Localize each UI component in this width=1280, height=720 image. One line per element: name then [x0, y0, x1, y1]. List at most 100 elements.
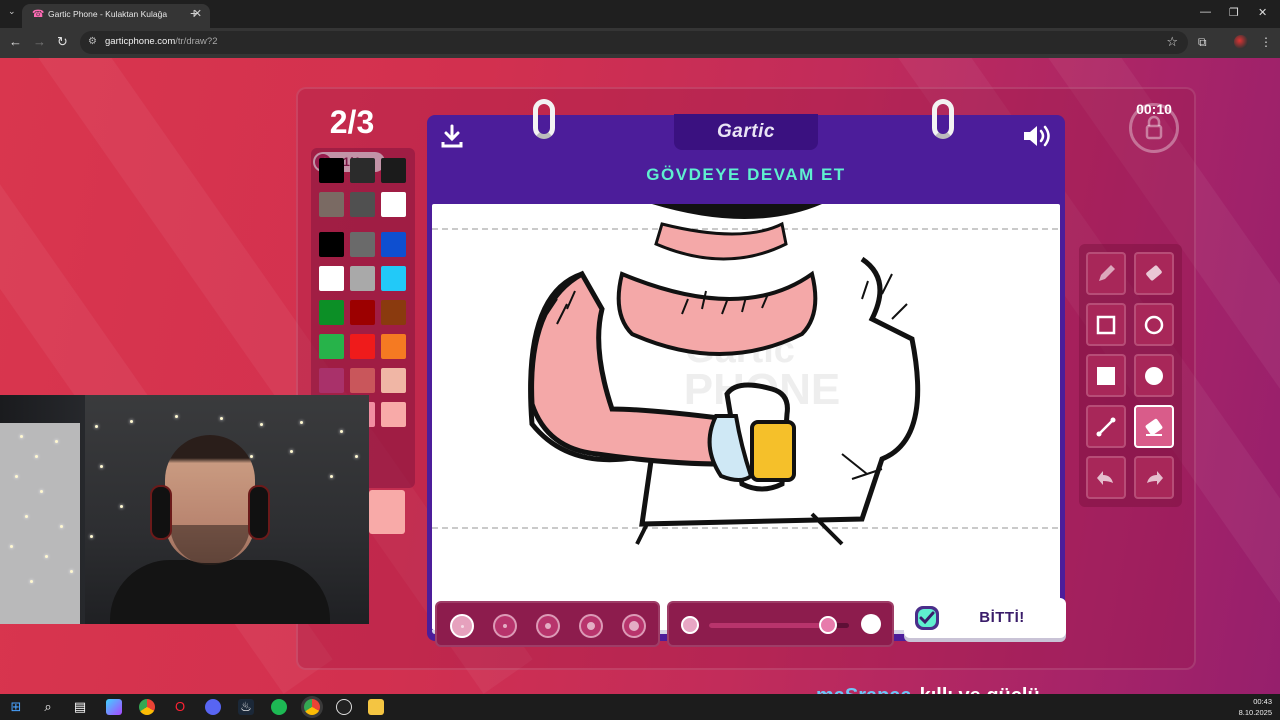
steam-icon[interactable]: ♨	[238, 699, 254, 715]
color-swatch[interactable]	[319, 266, 344, 291]
ellipse-outline-tool[interactable]	[1134, 303, 1174, 346]
bookmark-star-icon[interactable]: ☆	[1166, 34, 1178, 50]
ellipse-fill-tool[interactable]	[1134, 354, 1174, 397]
fairy-light	[70, 570, 73, 573]
color-swatch[interactable]	[381, 192, 406, 217]
line-tool[interactable]	[1086, 405, 1126, 448]
undo-tool[interactable]	[1086, 456, 1126, 499]
redo-tool[interactable]	[1134, 456, 1174, 499]
site-info-icon[interactable]: ⚙	[88, 36, 97, 47]
color-swatch[interactable]	[319, 232, 344, 257]
prompt-title: GÖVDEYE DEVAM ET	[646, 165, 846, 184]
opera-icon[interactable]: O	[172, 699, 188, 715]
color-swatch[interactable]	[319, 368, 344, 393]
tool-panel	[1079, 244, 1182, 507]
spotify-icon[interactable]	[271, 699, 287, 715]
color-swatch[interactable]	[381, 402, 406, 427]
fairy-light	[90, 535, 93, 538]
new-tab-icon[interactable]: +	[190, 5, 198, 21]
fairy-light	[40, 490, 43, 493]
fairy-light	[120, 505, 123, 508]
eraser-icon	[1146, 264, 1162, 281]
url-path: /tr/draw?2	[175, 36, 218, 47]
color-swatch[interactable]	[381, 368, 406, 393]
color-swatch[interactable]	[381, 158, 406, 183]
browser-menu-icon[interactable]: ⋮	[1260, 35, 1272, 49]
fairy-light	[95, 425, 98, 428]
browser-tab-bar: ⌄ ☎ Gartic Phone - Kulaktan Kulağa ✕ + —…	[0, 0, 1280, 28]
circle-outline-icon	[1144, 315, 1164, 334]
color-swatch[interactable]	[350, 300, 375, 325]
color-swatch[interactable]	[350, 158, 375, 183]
back-icon[interactable]: ←	[9, 34, 22, 49]
opacity-slider-knob[interactable]	[819, 616, 837, 634]
profile-avatar[interactable]	[1234, 35, 1248, 49]
copilot-icon[interactable]	[106, 699, 122, 715]
restore-icon[interactable]: ❐	[1229, 6, 1239, 19]
opacity-slider[interactable]	[709, 616, 849, 634]
browser-tab[interactable]: ☎ Gartic Phone - Kulaktan Kulağa ✕	[22, 4, 210, 28]
color-swatch[interactable]	[381, 266, 406, 291]
color-swatch[interactable]	[350, 368, 375, 393]
redo-icon	[1147, 470, 1163, 485]
rectangle-outline-tool[interactable]	[1086, 303, 1126, 346]
tab-search-chevron-icon[interactable]: ⌄	[8, 6, 16, 17]
discord-icon[interactable]	[205, 699, 221, 715]
download-icon[interactable]	[439, 123, 465, 149]
brush-size-option[interactable]	[622, 614, 646, 638]
drawing-card: Gartic GÖVDEYE DEVAM ET Gartic PHONE	[427, 99, 1065, 641]
color-swatch[interactable]	[319, 300, 344, 325]
brush-size-option[interactable]	[493, 614, 517, 638]
binder-ring	[932, 99, 954, 139]
fairy-light	[30, 580, 33, 583]
square-outline-icon	[1096, 315, 1116, 334]
tab-title: Gartic Phone - Kulaktan Kulağa	[48, 9, 168, 19]
color-swatch[interactable]	[350, 232, 375, 257]
color-swatch[interactable]	[350, 266, 375, 291]
rectangle-fill-tool[interactable]	[1086, 354, 1126, 397]
logo-tab: Gartic	[674, 114, 818, 150]
chrome-icon[interactable]	[139, 699, 155, 715]
drawing-canvas[interactable]: Gartic PHONE	[432, 204, 1060, 630]
color-swatch[interactable]	[350, 334, 375, 359]
brush-size-option[interactable]	[450, 614, 474, 638]
color-swatch[interactable]	[350, 192, 375, 217]
minimize-icon[interactable]: —	[1200, 6, 1211, 18]
eraser-tool[interactable]	[1134, 252, 1174, 295]
color-swatch[interactable]	[381, 232, 406, 257]
fairy-light	[175, 415, 178, 418]
url-field[interactable]: ⚙ garticphone.com/tr/draw?2 ☆	[80, 31, 1188, 54]
brush-size-option[interactable]	[579, 614, 603, 638]
windows-start-icon[interactable]: ⊞	[8, 699, 24, 715]
reload-icon[interactable]: ↻	[57, 34, 68, 50]
color-swatch[interactable]	[381, 334, 406, 359]
pencil-tool[interactable]	[1086, 252, 1126, 295]
search-icon[interactable]: ⌕	[40, 699, 56, 715]
forward-icon[interactable]: →	[33, 34, 46, 49]
system-clock: 00:43 8.10.2025	[1239, 696, 1272, 718]
pencil-icon	[1099, 264, 1115, 281]
fairy-light	[300, 421, 303, 424]
obs-icon[interactable]	[336, 699, 352, 715]
bucket-tool[interactable]	[1134, 405, 1174, 448]
color-swatch[interactable]	[319, 334, 344, 359]
round-counter: 2/3	[329, 104, 375, 140]
extensions-icon[interactable]: ⧉	[1198, 35, 1207, 50]
color-swatch[interactable]	[381, 300, 406, 325]
task-view-icon[interactable]: ▤	[72, 699, 88, 715]
done-button[interactable]: BİTTİ!	[904, 598, 1066, 638]
opacity-panel	[667, 601, 894, 647]
chrome-active-icon[interactable]	[304, 699, 320, 715]
file-explorer-icon[interactable]	[368, 699, 384, 715]
line-icon	[1096, 417, 1116, 436]
fairy-light	[25, 515, 28, 518]
fairy-light	[340, 430, 343, 433]
paint-bucket-icon	[1145, 418, 1163, 436]
color-swatch[interactable]	[319, 192, 344, 217]
sound-icon[interactable]	[1021, 123, 1053, 149]
brush-size-option[interactable]	[536, 614, 560, 638]
clock-time: 00:43	[1253, 697, 1272, 706]
fairy-light	[60, 525, 63, 528]
color-swatch[interactable]	[319, 158, 344, 183]
window-close-icon[interactable]: ✕	[1258, 6, 1267, 19]
